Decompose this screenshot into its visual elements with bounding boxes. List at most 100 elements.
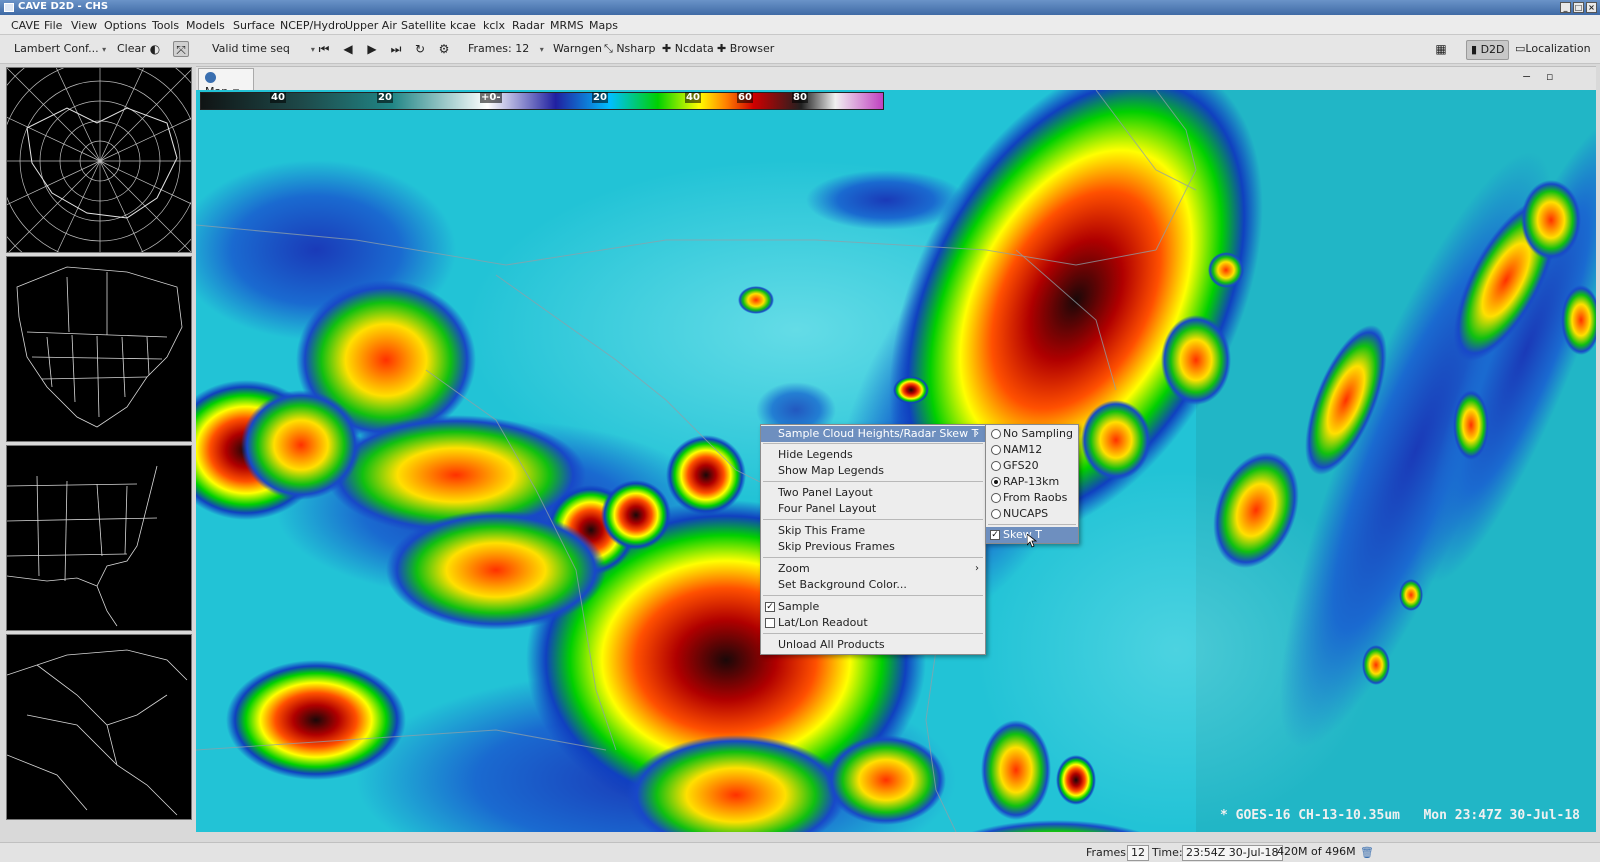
colorbar-label: 20 bbox=[377, 92, 393, 103]
menu-item-hide-legends[interactable]: Hide Legends bbox=[761, 447, 985, 463]
option-from-raobs[interactable]: From Raobs bbox=[986, 490, 1078, 506]
colorbar-label: 20 bbox=[592, 92, 608, 103]
menu-kcae[interactable]: kcae bbox=[450, 19, 476, 32]
step-back-icon[interactable]: ◀ bbox=[340, 41, 356, 57]
nsharp-button[interactable]: ⤡ Nsharp bbox=[604, 42, 656, 56]
southeast-us-map-graphic bbox=[7, 465, 158, 627]
menu-satellite[interactable]: Satellite bbox=[401, 19, 446, 32]
menu-item-sample-cloud-heights[interactable]: Sample Cloud Heights/Radar Skew T › bbox=[761, 426, 985, 442]
menu-options[interactable]: Options bbox=[104, 19, 146, 32]
menu-cave[interactable]: CAVE bbox=[11, 19, 40, 32]
product-legend: * GOES-16 CH-13-10.35um Mon 23:47Z 30-Ju… bbox=[1219, 808, 1580, 823]
first-frame-icon[interactable]: ⏮ bbox=[316, 41, 332, 57]
maximize-view-icon[interactable]: ▫ bbox=[1546, 70, 1553, 83]
time-label: Time: bbox=[1152, 846, 1183, 859]
menu-surface[interactable]: Surface bbox=[233, 19, 275, 32]
menu-item-two-panel-layout[interactable]: Two Panel Layout bbox=[761, 485, 985, 501]
maximize-icon[interactable]: □ bbox=[1573, 2, 1584, 13]
projection-select[interactable]: Lambert Conf... ▾ bbox=[14, 42, 106, 55]
menu-item-skip-previous-frames[interactable]: Skip Previous Frames bbox=[761, 539, 985, 555]
minimize-icon[interactable]: _ bbox=[1560, 2, 1571, 13]
tab-map[interactable]: Map⊠ bbox=[198, 68, 254, 98]
minimize-view-icon[interactable]: − bbox=[1522, 70, 1531, 83]
thumbnail-southeast-us[interactable] bbox=[6, 445, 192, 631]
thumbnail-carolinas[interactable] bbox=[6, 634, 192, 820]
menu-item-unload-all-products[interactable]: Unload All Products bbox=[761, 637, 985, 653]
radio-off-icon bbox=[991, 493, 1001, 503]
menu-item-four-panel-layout[interactable]: Four Panel Layout bbox=[761, 501, 985, 517]
colorbar-label: 80 bbox=[792, 92, 808, 103]
option-rap-13km[interactable]: RAP-13km bbox=[986, 474, 1078, 490]
step-forward-icon[interactable]: ▶ bbox=[364, 41, 380, 57]
colorbar-label: 60 bbox=[737, 92, 753, 103]
menu-separator bbox=[763, 519, 983, 520]
frames-select[interactable]: Frames: 12 ▾ bbox=[468, 42, 544, 55]
close-icon[interactable]: × bbox=[1586, 2, 1597, 13]
frames-count: 12 bbox=[1127, 845, 1149, 861]
thumbnail-north-america[interactable] bbox=[6, 256, 192, 442]
last-frame-icon[interactable]: ⏭ bbox=[388, 41, 404, 57]
north-america-map-graphic bbox=[16, 266, 183, 428]
localization-perspective-button[interactable]: ▭Localization bbox=[1515, 42, 1591, 55]
folder-icon: ▭ bbox=[1515, 42, 1526, 55]
frames-label: Frames: bbox=[1086, 846, 1130, 859]
warngen-button[interactable]: Warngen bbox=[553, 42, 602, 55]
menu-kclx[interactable]: kclx bbox=[483, 19, 505, 32]
menu-tools[interactable]: Tools bbox=[152, 19, 179, 32]
trash-icon[interactable]: 🗑 bbox=[1360, 846, 1374, 859]
time-mode-select[interactable]: Valid time seq ▾ bbox=[212, 42, 315, 55]
color-scale-bar bbox=[200, 92, 884, 110]
colorbar-label: 40 bbox=[685, 92, 701, 103]
menu-separator bbox=[763, 595, 983, 596]
memory-usage: 420M of 496M bbox=[1277, 845, 1356, 858]
menu-mrms[interactable]: MRMS bbox=[550, 19, 584, 32]
menu-item-skip-this-frame[interactable]: Skip This Frame bbox=[761, 523, 985, 539]
menu-item-zoom[interactable]: Zoom › bbox=[761, 561, 985, 577]
browser-button[interactable]: ✚ Browser bbox=[717, 42, 774, 55]
d2d-perspective-button[interactable]: ▮ D2D bbox=[1466, 40, 1509, 60]
menu-models[interactable]: Models bbox=[186, 19, 225, 32]
submenu-arrow-icon: › bbox=[975, 563, 979, 574]
radio-off-icon bbox=[991, 445, 1001, 455]
option-nucaps[interactable]: NUCAPS bbox=[986, 506, 1078, 522]
menu-view[interactable]: View bbox=[71, 19, 97, 32]
menu-ncep-hydro[interactable]: NCEP/Hydro bbox=[280, 19, 346, 32]
window-title: CAVE D2D - CHS bbox=[18, 1, 109, 12]
contrast-icon[interactable]: ◐ bbox=[147, 41, 163, 57]
menu-separator bbox=[763, 443, 983, 444]
zoom-extent-icon[interactable]: ⤧ bbox=[173, 41, 189, 57]
sampling-submenu: No Sampling NAM12 GFS20 RAP-13km From Ra… bbox=[985, 424, 1079, 544]
option-gfs20[interactable]: GFS20 bbox=[986, 458, 1078, 474]
option-no-sampling[interactable]: No Sampling bbox=[986, 426, 1078, 442]
menu-upper-air[interactable]: Upper Air bbox=[345, 19, 397, 32]
ncdata-button[interactable]: ✚ Ncdata bbox=[662, 42, 714, 55]
plus-icon: ✚ bbox=[717, 42, 727, 55]
menu-item-sample[interactable]: ✓ Sample bbox=[761, 599, 985, 615]
menu-separator bbox=[763, 557, 983, 558]
menu-item-latlon-readout[interactable]: Lat/Lon Readout bbox=[761, 615, 985, 631]
menu-item-set-background-color[interactable]: Set Background Color... bbox=[761, 577, 985, 593]
d2d-icon: ▮ bbox=[1471, 43, 1478, 56]
option-nam12[interactable]: NAM12 bbox=[986, 442, 1078, 458]
frame-time: 23:54Z 30-Jul-18 bbox=[1182, 845, 1283, 861]
clear-button[interactable]: Clear bbox=[117, 42, 146, 55]
menu-separator bbox=[763, 633, 983, 634]
thumbnail-northern-hemisphere[interactable] bbox=[6, 67, 192, 253]
plus-icon: ✚ bbox=[662, 42, 672, 55]
menu-file[interactable]: File bbox=[44, 19, 62, 32]
app-icon bbox=[4, 3, 14, 12]
checkbox-checked-icon: ✓ bbox=[765, 602, 775, 612]
menu-radar[interactable]: Radar bbox=[512, 19, 544, 32]
open-perspective-icon[interactable]: ▦ bbox=[1433, 41, 1449, 57]
carolinas-map-graphic bbox=[7, 649, 188, 816]
refresh-icon[interactable]: ↻ bbox=[412, 41, 428, 57]
checkbox-checked-icon: ✓ bbox=[990, 530, 1000, 540]
menu-maps[interactable]: Maps bbox=[589, 19, 618, 32]
window-title-bar: CAVE D2D - CHS _ □ × bbox=[0, 0, 1600, 15]
checkbox-unchecked-icon bbox=[765, 618, 775, 628]
menu-bar: CAVE File View Options Tools Models Surf… bbox=[0, 15, 1600, 35]
menu-item-show-map-legends[interactable]: Show Map Legends bbox=[761, 463, 985, 479]
radio-off-icon bbox=[991, 429, 1001, 439]
settings-gear-icon[interactable]: ⚙ bbox=[436, 41, 452, 57]
radio-off-icon bbox=[991, 461, 1001, 471]
